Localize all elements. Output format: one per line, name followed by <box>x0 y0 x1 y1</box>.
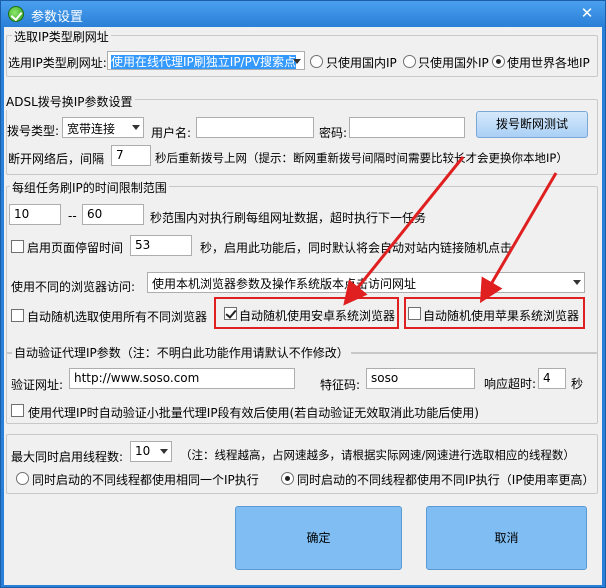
cancel-button[interactable]: 取消 <box>426 506 587 570</box>
radio-foreign-ip[interactable] <box>403 55 416 68</box>
window-title: 参数设置 <box>31 10 84 25</box>
app-check-icon <box>8 6 24 22</box>
browser-select[interactable]: 使用本机浏览器参数及操作系统版本点击访问网址 <box>147 272 585 293</box>
timeout-input[interactable]: 4 <box>538 368 566 389</box>
chevron-down-icon <box>160 449 168 454</box>
range-text: 秒范围内对执行刷每组网址数据，超时执行下一任务 <box>150 211 427 225</box>
stay-time-label: 启用页面停留时间 <box>27 241 124 255</box>
threads-select-value: 10 <box>135 444 151 458</box>
stay-time-suffix: 秒，启用此功能后，同时默认将会自动对站内链接随机点击 <box>200 241 513 255</box>
ip-type-select-value: 使用在线代理IP刷独立IP/PV搜索点 <box>111 55 297 69</box>
radio-worldwide-ip[interactable] <box>492 55 505 68</box>
android-browser-checkbox[interactable] <box>224 307 237 320</box>
task-time-legend: 每组任务刷IP的时间限制范围 <box>10 179 169 196</box>
verify-url-label: 验证网址: <box>11 378 64 392</box>
ios-browser-checkbox[interactable] <box>408 307 421 320</box>
radio-domestic-ip[interactable] <box>310 55 323 68</box>
ip-type-legend: 选取IP类型刷网址 <box>12 28 111 45</box>
random-browser-label: 自动随机选取使用所有不同浏览器 <box>27 310 208 324</box>
radio-domestic-ip-label: 只使用国内IP <box>326 56 397 70</box>
verify-url-input[interactable]: http://www.soso.com <box>69 368 295 389</box>
max-seconds-input[interactable]: 60 <box>82 204 144 225</box>
small-batch-checkbox[interactable] <box>11 404 24 417</box>
dial-type-value: 宽带连接 <box>67 122 116 136</box>
radio-different-ip[interactable] <box>281 472 294 485</box>
proxy-verify-legend: 自动验证代理IP参数（注：不明白此功能作用请默认不作修改） <box>12 344 351 361</box>
radio-worldwide-ip-label: 使用世界各地IP <box>507 56 590 70</box>
threads-label: 最大同时启用线程数: <box>11 450 124 464</box>
browser-select-value: 使用本机浏览器参数及操作系统版本点击访问网址 <box>152 277 417 291</box>
close-button[interactable]: ✕ <box>576 3 598 23</box>
feature-code-label: 特征码: <box>320 378 361 392</box>
stay-time-input[interactable]: 53 <box>130 235 192 256</box>
radio-different-ip-label: 同时启动的不同线程都使用不同IP执行（IP使用率更高） <box>297 473 595 487</box>
interval-prefix-text: 断开网络后，间隔 <box>8 152 105 166</box>
radio-same-ip-label: 同时启动的不同线程都使用相同一个IP执行 <box>32 473 259 487</box>
username-label: 用户名: <box>151 126 192 140</box>
radio-same-ip[interactable] <box>16 472 29 485</box>
timeout-unit: 秒 <box>571 377 584 391</box>
title-bar[interactable]: 参数设置 ✕ <box>1 1 605 27</box>
dial-type-select[interactable]: 宽带连接 <box>62 117 144 138</box>
interval-suffix-text: 秒后重新拨号上网（提示：断网重新拨号间隔时间需要比较长才会更换你本地IP） <box>155 151 568 165</box>
range-dash: -- <box>68 209 77 223</box>
chevron-down-icon <box>573 280 581 285</box>
interval-input[interactable]: 7 <box>111 145 151 166</box>
chevron-down-icon <box>293 59 301 64</box>
ios-browser-label: 自动随机使用苹果系统浏览器 <box>423 309 580 323</box>
threads-note: （注：线程越高，占网速越多，请根据实际网速/网速进行选取相应的线程数） <box>180 448 575 462</box>
small-batch-label: 使用代理IP时自动验证小批量代理IP段有效后使用(若自动验证无效取消此功能后使用… <box>28 406 479 420</box>
password-label: 密码: <box>319 126 348 140</box>
radio-foreign-ip-label: 只使用国外IP <box>418 56 489 70</box>
password-input[interactable] <box>349 117 465 138</box>
chevron-down-icon <box>132 125 140 130</box>
ip-type-select[interactable]: 使用在线代理IP刷独立IP/PV搜索点 <box>107 51 305 70</box>
dialog-client-area: 选取IP类型刷网址 选用IP类型刷网址: 使用在线代理IP刷独立IP/PV搜索点… <box>4 27 602 585</box>
browser-label: 使用不同的浏览器访问: <box>11 280 136 294</box>
dial-test-button[interactable]: 拨号断网测试 <box>476 111 588 138</box>
ok-button[interactable]: 确定 <box>235 506 402 570</box>
username-input[interactable] <box>196 117 314 138</box>
stay-time-checkbox[interactable] <box>11 240 24 253</box>
settings-window: 参数设置 ✕ 选取IP类型刷网址 选用IP类型刷网址: 使用在线代理IP刷独立I… <box>0 0 606 588</box>
random-browser-checkbox[interactable] <box>11 309 24 322</box>
feature-code-input[interactable]: soso <box>366 368 475 389</box>
ip-type-label: 选用IP类型刷网址: <box>8 56 107 70</box>
android-browser-label: 自动随机使用安卓系统浏览器 <box>239 309 396 323</box>
min-seconds-input[interactable]: 10 <box>9 204 61 225</box>
threads-select[interactable]: 10 <box>130 441 172 462</box>
timeout-label: 响应超时: <box>484 377 537 391</box>
adsl-legend: ADSL拨号换IP参数设置 <box>4 93 135 110</box>
dial-type-label: 拨号类型: <box>7 124 60 138</box>
